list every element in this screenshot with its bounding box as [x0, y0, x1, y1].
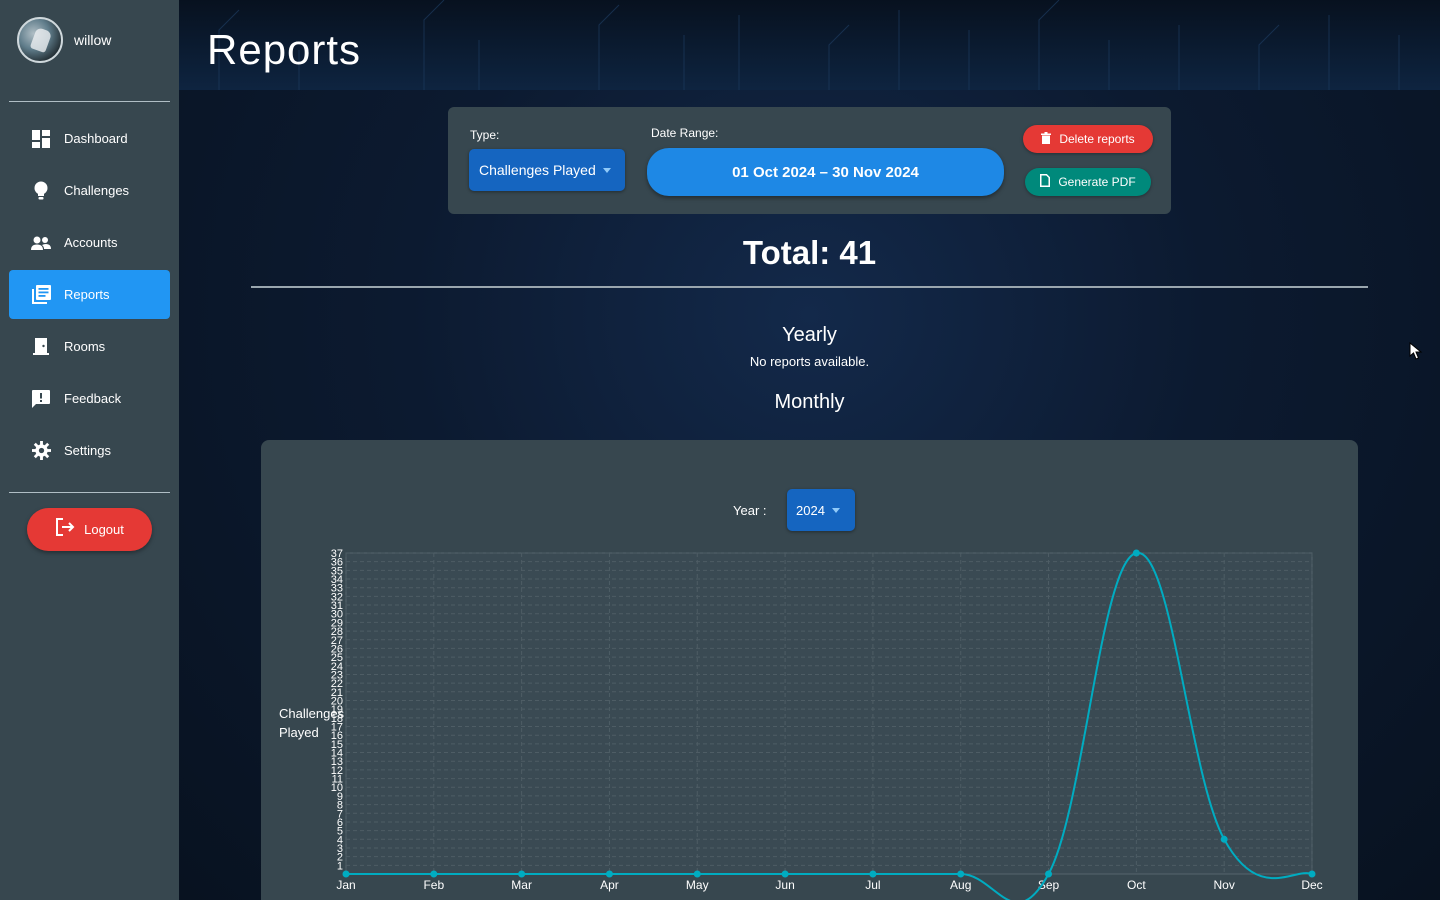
data-point [1308, 870, 1316, 878]
door-icon [31, 337, 51, 357]
generate-pdf-button[interactable]: Generate PDF [1025, 168, 1151, 196]
section-divider [251, 286, 1368, 288]
main-content: Reports Type: Challenges Played Date Ran… [179, 0, 1440, 900]
x-tick-label: Dec [1301, 878, 1322, 892]
mouse-cursor-icon [1409, 341, 1423, 365]
trash-icon [1041, 131, 1059, 147]
avatar[interactable] [17, 17, 63, 63]
x-tick-label: Apr [600, 878, 619, 892]
data-point [781, 870, 789, 878]
x-tick-label: Jun [775, 878, 794, 892]
monthly-chart-card: Year : 2024 Challenges Played 1234567891… [261, 440, 1358, 900]
page-title: Reports [207, 26, 362, 73]
data-point [605, 870, 613, 878]
x-tick-label: Jul [865, 878, 880, 892]
date-range-value: 01 Oct 2024 – 30 Nov 2024 [732, 163, 919, 181]
x-tick-label: Mar [511, 878, 532, 892]
plot-area [345, 552, 1313, 875]
people-icon [31, 233, 51, 253]
data-point [1220, 835, 1228, 843]
sidebar-item-dashboard[interactable]: Dashboard [9, 114, 170, 163]
sidebar-item-label: Feedback [64, 391, 122, 406]
data-point [518, 870, 526, 878]
date-range-label: Date Range: [651, 126, 719, 140]
delete-reports-button[interactable]: Delete reports [1023, 125, 1153, 153]
monthly-title: Monthly [774, 391, 845, 413]
yearly-title: Yearly [782, 324, 837, 346]
monthly-line-chart: 1234567891011121314151617181920212223242… [331, 548, 1323, 900]
sidebar-item-challenges[interactable]: Challenges [9, 166, 170, 215]
username: willow [74, 32, 112, 48]
logout-button[interactable]: Logout [27, 508, 152, 551]
sidebar-item-rooms[interactable]: Rooms [9, 322, 170, 371]
gear-icon [31, 441, 51, 461]
sidebar-item-label: Reports [64, 287, 110, 302]
document-icon [1040, 174, 1058, 190]
x-tick-label: Jan [336, 878, 355, 892]
sidebar-item-label: Settings [64, 443, 111, 458]
circuit-background [218, 0, 1400, 90]
page-header: Reports [179, 0, 1440, 90]
sidebar-item-accounts[interactable]: Accounts [9, 218, 170, 267]
sidebar-nav: Dashboard Challenges Accounts Reports Ro… [9, 114, 170, 478]
type-label: Type: [470, 128, 500, 142]
sidebar-item-reports[interactable]: Reports [9, 270, 170, 319]
x-tick-label: Feb [423, 878, 444, 892]
data-point [430, 870, 438, 878]
data-point [693, 870, 701, 878]
dashboard-icon [31, 129, 51, 149]
logout-icon [55, 518, 75, 541]
reports-icon [31, 285, 51, 305]
yearly-empty-message: No reports available. [749, 354, 870, 369]
type-select-value: Challenges Played [479, 162, 596, 178]
date-range-picker[interactable]: 01 Oct 2024 – 30 Nov 2024 [647, 148, 1004, 196]
logout-label: Logout [84, 522, 124, 537]
sidebar: willow Dashboard Challenges Accounts Rep… [0, 0, 179, 900]
data-point [342, 870, 350, 878]
sidebar-item-label: Rooms [64, 339, 106, 354]
delete-reports-label: Delete reports [1059, 132, 1135, 146]
user-profile[interactable]: willow [17, 17, 111, 63]
sidebar-item-settings[interactable]: Settings [9, 426, 170, 475]
data-point [869, 870, 877, 878]
data-point [1045, 870, 1053, 878]
x-tick-label: May [686, 878, 709, 892]
feedback-icon [31, 389, 51, 409]
chevron-down-icon [602, 167, 611, 173]
sidebar-item-feedback[interactable]: Feedback [9, 374, 170, 423]
type-select[interactable]: Challenges Played [469, 149, 625, 191]
sidebar-divider [9, 492, 170, 493]
data-point [1132, 549, 1140, 557]
sidebar-item-label: Accounts [64, 235, 118, 250]
generate-pdf-label: Generate PDF [1058, 175, 1136, 189]
x-tick-label: Oct [1127, 878, 1146, 892]
y-tick-label: 37 [331, 548, 343, 560]
total-count: Total: 41 [742, 234, 877, 271]
report-filters: Type: Challenges Played Date Range: 01 O… [448, 107, 1171, 214]
x-tick-label: Aug [950, 878, 971, 892]
lightbulb-icon [31, 181, 51, 201]
sidebar-item-label: Dashboard [64, 131, 128, 146]
x-tick-label: Nov [1214, 878, 1235, 892]
data-point [957, 870, 965, 878]
sidebar-item-label: Challenges [64, 183, 130, 198]
sidebar-divider [9, 101, 170, 102]
